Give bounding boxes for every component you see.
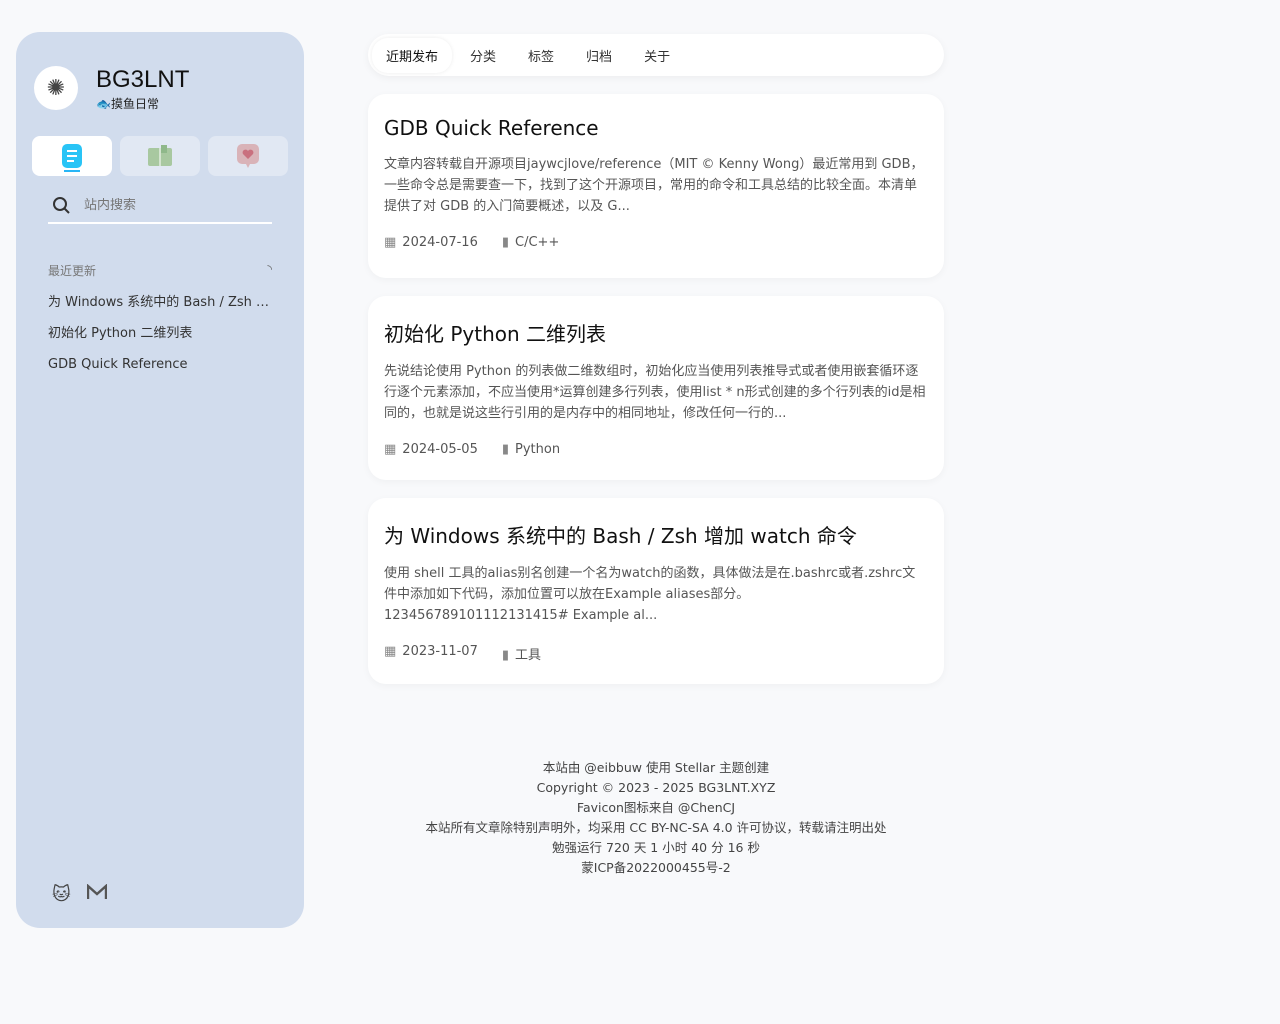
folder-icon: ▮ bbox=[501, 648, 510, 663]
post-date: 2023-11-07 bbox=[402, 644, 478, 659]
footer-uptime: 勉强运行 720 天 1 小时 40 分 16 秒 bbox=[552, 840, 760, 855]
search-icon bbox=[53, 197, 70, 214]
post-date: 2024-07-16 bbox=[402, 235, 478, 250]
book-icon bbox=[148, 145, 172, 166]
tab-wiki[interactable] bbox=[120, 136, 200, 176]
post-title[interactable]: 为 Windows 系统中的 Bash / Zsh 增加 watch 命令 bbox=[384, 520, 928, 549]
post-card[interactable]: GDB Quick Reference 文章内容转载自开源项目jaywcjlov… bbox=[368, 94, 944, 278]
tab-friends[interactable] bbox=[208, 136, 288, 176]
footer-icp[interactable]: 蒙ICP备2022000455号-2 bbox=[368, 858, 944, 878]
recent-updates: 最近更新 ◝ 为 Windows 系统中的 Bash / Zsh 增加 watch… bbox=[48, 262, 272, 380]
site-title[interactable]: BG3LNT bbox=[96, 66, 189, 94]
recent-item[interactable]: 初始化 Python 二维列表 bbox=[48, 318, 272, 349]
post-category[interactable]: C/C++ bbox=[515, 235, 559, 250]
github-icon[interactable]: 🐱 bbox=[52, 884, 71, 905]
post-title[interactable]: 初始化 Python 二维列表 bbox=[384, 318, 928, 347]
post-card[interactable]: 为 Windows 系统中的 Bash / Zsh 增加 watch 命令 使用… bbox=[368, 498, 944, 684]
sidebar: ✺ BG3LNT 🐟摸鱼日常 最近更新 ◝ 为 Windows 系统中的 Bash… bbox=[16, 32, 304, 928]
footer-copyright: Copyright © 2023 - 2025 BG3LNT.XYZ bbox=[536, 780, 776, 795]
nav-about[interactable]: 关于 bbox=[630, 38, 684, 73]
site-subtitle: 🐟摸鱼日常 bbox=[96, 97, 159, 111]
search-input[interactable] bbox=[84, 197, 254, 213]
footer-favicon: Favicon图标来自 @ChenCJ bbox=[576, 800, 736, 815]
post-excerpt: 先说结论使用 Python 的列表做二维数组时，初始化应当使用列表推导式或者使用… bbox=[384, 364, 926, 421]
mail-icon[interactable] bbox=[86, 883, 107, 905]
post-date: 2024-05-05 bbox=[402, 442, 478, 457]
post-excerpt: 文章内容转载自开源项目jaywcjlove/reference（MIT © Ke… bbox=[384, 157, 924, 214]
folder-icon: ▮ bbox=[501, 442, 510, 457]
fish-icon: 🐟 bbox=[96, 97, 111, 111]
footer-license: 本站所有文章除特别声明外，均采用 CC BY-NC-SA 4.0 许可协议，转载… bbox=[425, 820, 887, 835]
post-excerpt: 使用 shell 工具的alias别名创建一个名为watch的函数，具体做法是在… bbox=[384, 566, 916, 623]
post-category[interactable]: Python bbox=[515, 442, 560, 457]
avatar-loading-icon[interactable]: ✺ bbox=[34, 66, 78, 110]
post-card[interactable]: 初始化 Python 二维列表 先说结论使用 Python 的列表做二维数组时，… bbox=[368, 296, 944, 480]
recent-item[interactable]: GDB Quick Reference bbox=[48, 349, 272, 380]
top-nav: 近期发布 分类 标签 归档 关于 bbox=[368, 34, 944, 76]
folder-icon: ▮ bbox=[501, 235, 510, 250]
recent-title: 最近更新 bbox=[48, 264, 97, 278]
nav-archive[interactable]: 归档 bbox=[572, 38, 626, 73]
sidebar-tabs bbox=[32, 136, 288, 176]
rss-icon[interactable]: ◝ bbox=[267, 262, 272, 279]
nav-recent[interactable]: 近期发布 bbox=[372, 38, 452, 73]
calendar-icon: ▦ bbox=[384, 442, 397, 457]
footer-theme: 本站由 @eibbuw 使用 Stellar 主题创建 bbox=[542, 760, 770, 775]
tab-posts[interactable] bbox=[32, 136, 112, 176]
recent-item[interactable]: 为 Windows 系统中的 Bash / Zsh 增加 watch 命令 bbox=[48, 287, 272, 318]
nav-tags[interactable]: 标签 bbox=[514, 38, 568, 73]
footer: 本站由 @eibbuw 使用 Stellar 主题创建 Copyright © … bbox=[368, 758, 944, 878]
post-title[interactable]: GDB Quick Reference bbox=[384, 116, 928, 140]
heart-icon bbox=[237, 144, 259, 168]
search-box bbox=[48, 188, 272, 224]
social-links: 🐱 bbox=[52, 883, 107, 905]
post-category[interactable]: 工具 bbox=[515, 648, 541, 663]
calendar-icon: ▦ bbox=[384, 644, 397, 659]
calendar-icon: ▦ bbox=[384, 235, 397, 250]
document-icon bbox=[62, 144, 82, 168]
nav-categories[interactable]: 分类 bbox=[456, 38, 510, 73]
